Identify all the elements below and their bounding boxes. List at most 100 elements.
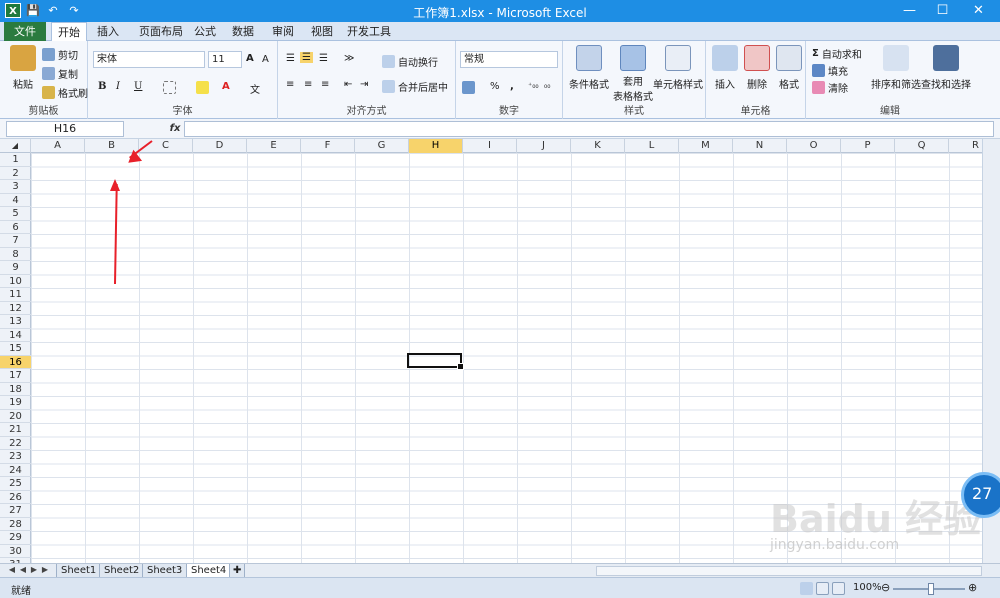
row-header-7[interactable]: 7 xyxy=(0,234,31,248)
tab-developer[interactable]: 开发工具 xyxy=(345,22,393,41)
active-cell[interactable] xyxy=(407,353,464,370)
row-header-11[interactable]: 11 xyxy=(0,288,31,302)
clear-button[interactable]: 清除 xyxy=(812,80,848,95)
tab-file[interactable]: 文件 xyxy=(4,22,46,41)
tab-review[interactable]: 审阅 xyxy=(268,22,298,41)
column-header-G[interactable]: G xyxy=(355,139,409,153)
delete-cells-button[interactable]: 删除 xyxy=(742,45,772,91)
page-layout-view-icon[interactable] xyxy=(816,582,829,595)
speed-widget[interactable]: 27 xyxy=(961,472,1000,518)
font-color-icon[interactable]: A xyxy=(222,81,230,92)
column-header-H[interactable]: H xyxy=(409,139,463,153)
number-format-select[interactable]: 常规 xyxy=(460,51,558,68)
grow-font-icon[interactable]: A xyxy=(246,53,254,64)
row-header-16[interactable]: 16 xyxy=(0,355,31,369)
row-header-1[interactable]: 1 xyxy=(0,153,31,167)
row-header-8[interactable]: 8 xyxy=(0,248,31,261)
border-icon[interactable] xyxy=(163,81,176,94)
fill-color-icon[interactable] xyxy=(196,81,209,94)
tab-home[interactable]: 开始 xyxy=(51,22,87,42)
next-sheet-icon[interactable]: ▶ xyxy=(29,565,39,574)
formula-input[interactable] xyxy=(184,121,994,137)
wrap-text-button[interactable]: 自动换行 xyxy=(382,54,438,69)
paste-button[interactable]: 粘贴 xyxy=(8,45,38,91)
tab-data[interactable]: 数据 xyxy=(228,22,258,41)
name-box[interactable]: H16 xyxy=(6,121,124,137)
zoom-level[interactable]: 100% xyxy=(853,582,882,593)
column-header-O[interactable]: O xyxy=(787,139,841,153)
cut-button[interactable]: 剪切 xyxy=(42,47,78,62)
column-header-Q[interactable]: Q xyxy=(895,139,949,153)
horizontal-scrollbar[interactable] xyxy=(596,566,982,576)
align-center-icon[interactable]: ≡ xyxy=(304,79,312,90)
italic-button[interactable]: I xyxy=(116,81,120,92)
column-header-J[interactable]: J xyxy=(517,139,571,153)
font-size-select[interactable]: 11 xyxy=(208,51,242,68)
row-header-9[interactable]: 9 xyxy=(0,261,31,275)
column-header-P[interactable]: P xyxy=(841,139,895,153)
column-header-C[interactable]: C xyxy=(139,139,193,153)
format-as-table-button[interactable]: 套用 表格格式 xyxy=(611,45,655,103)
column-header-A[interactable]: A xyxy=(31,139,85,153)
font-name-select[interactable]: 宋体 xyxy=(93,51,205,68)
row-header-18[interactable]: 18 xyxy=(0,383,31,396)
tab-view[interactable]: 视图 xyxy=(307,22,337,41)
row-header-14[interactable]: 14 xyxy=(0,329,31,342)
page-break-view-icon[interactable] xyxy=(832,582,845,595)
conditional-format-button[interactable]: 条件格式 xyxy=(567,45,611,91)
find-select-button[interactable]: 查找和选择 xyxy=(920,45,972,91)
copy-button[interactable]: 复制 xyxy=(42,66,78,81)
decrease-decimal-icon[interactable]: ₀₀ xyxy=(544,81,550,90)
row-header-29[interactable]: 29 xyxy=(0,531,31,545)
column-header-K[interactable]: K xyxy=(571,139,625,153)
align-left-icon[interactable]: ≡ xyxy=(286,79,294,90)
row-header-4[interactable]: 4 xyxy=(0,194,31,207)
insert-cells-button[interactable]: 插入 xyxy=(710,45,740,91)
zoom-in-icon[interactable]: ⊕ xyxy=(968,581,977,594)
row-header-15[interactable]: 15 xyxy=(0,342,31,356)
last-sheet-icon[interactable]: ▶ xyxy=(40,565,50,574)
row-header-30[interactable]: 30 xyxy=(0,545,31,558)
align-middle-icon[interactable]: ☰ xyxy=(300,52,313,63)
column-header-F[interactable]: F xyxy=(301,139,355,153)
bold-button[interactable]: B xyxy=(98,81,106,92)
insert-sheet-icon[interactable]: ✚ xyxy=(229,564,246,578)
row-header-27[interactable]: 27 xyxy=(0,504,31,518)
row-header-17[interactable]: 17 xyxy=(0,369,31,383)
underline-button[interactable]: U xyxy=(134,81,142,92)
row-header-28[interactable]: 28 xyxy=(0,518,31,531)
close-button[interactable]: ✕ xyxy=(962,0,995,22)
align-bottom-icon[interactable]: ☰ xyxy=(319,53,328,64)
row-header-24[interactable]: 24 xyxy=(0,464,31,477)
fill-button[interactable]: 填充 xyxy=(812,63,848,78)
tab-formulas[interactable]: 公式 xyxy=(190,22,220,41)
column-header-I[interactable]: I xyxy=(463,139,517,153)
sheet-tab-1[interactable]: Sheet1 xyxy=(56,564,102,578)
tab-page-layout[interactable]: 页面布局 xyxy=(134,22,188,41)
row-header-25[interactable]: 25 xyxy=(0,477,31,491)
increase-indent-icon[interactable]: ⇥ xyxy=(360,79,368,90)
select-all-corner[interactable]: ◢ xyxy=(0,139,31,153)
maximize-button[interactable]: ☐ xyxy=(926,0,959,22)
normal-view-icon[interactable] xyxy=(800,582,813,595)
cell-styles-button[interactable]: 单元格样式 xyxy=(653,45,703,91)
merge-center-button[interactable]: 合并后居中 xyxy=(382,79,448,94)
row-header-10[interactable]: 10 xyxy=(0,275,31,288)
row-header-6[interactable]: 6 xyxy=(0,221,31,234)
format-painter-button[interactable]: 格式刷 xyxy=(42,85,88,100)
column-header-D[interactable]: D xyxy=(193,139,247,153)
sort-filter-button[interactable]: 排序和筛选 xyxy=(871,45,921,91)
row-header-23[interactable]: 23 xyxy=(0,450,31,464)
zoom-out-icon[interactable]: ⊖ xyxy=(881,581,890,594)
row-header-5[interactable]: 5 xyxy=(0,207,31,221)
zoom-slider-handle[interactable] xyxy=(928,583,934,595)
shrink-font-icon[interactable]: A xyxy=(262,54,269,65)
insert-function-icon[interactable]: fx xyxy=(166,121,184,137)
align-right-icon[interactable]: ≡ xyxy=(321,79,329,90)
sheet-tab-3[interactable]: Sheet3 xyxy=(142,564,188,578)
row-header-19[interactable]: 19 xyxy=(0,396,31,410)
currency-icon[interactable] xyxy=(462,81,475,94)
increase-decimal-icon[interactable]: ⁺₀₀ xyxy=(528,81,539,90)
format-cells-button[interactable]: 格式 xyxy=(774,45,804,91)
percent-button[interactable]: % xyxy=(490,81,500,92)
